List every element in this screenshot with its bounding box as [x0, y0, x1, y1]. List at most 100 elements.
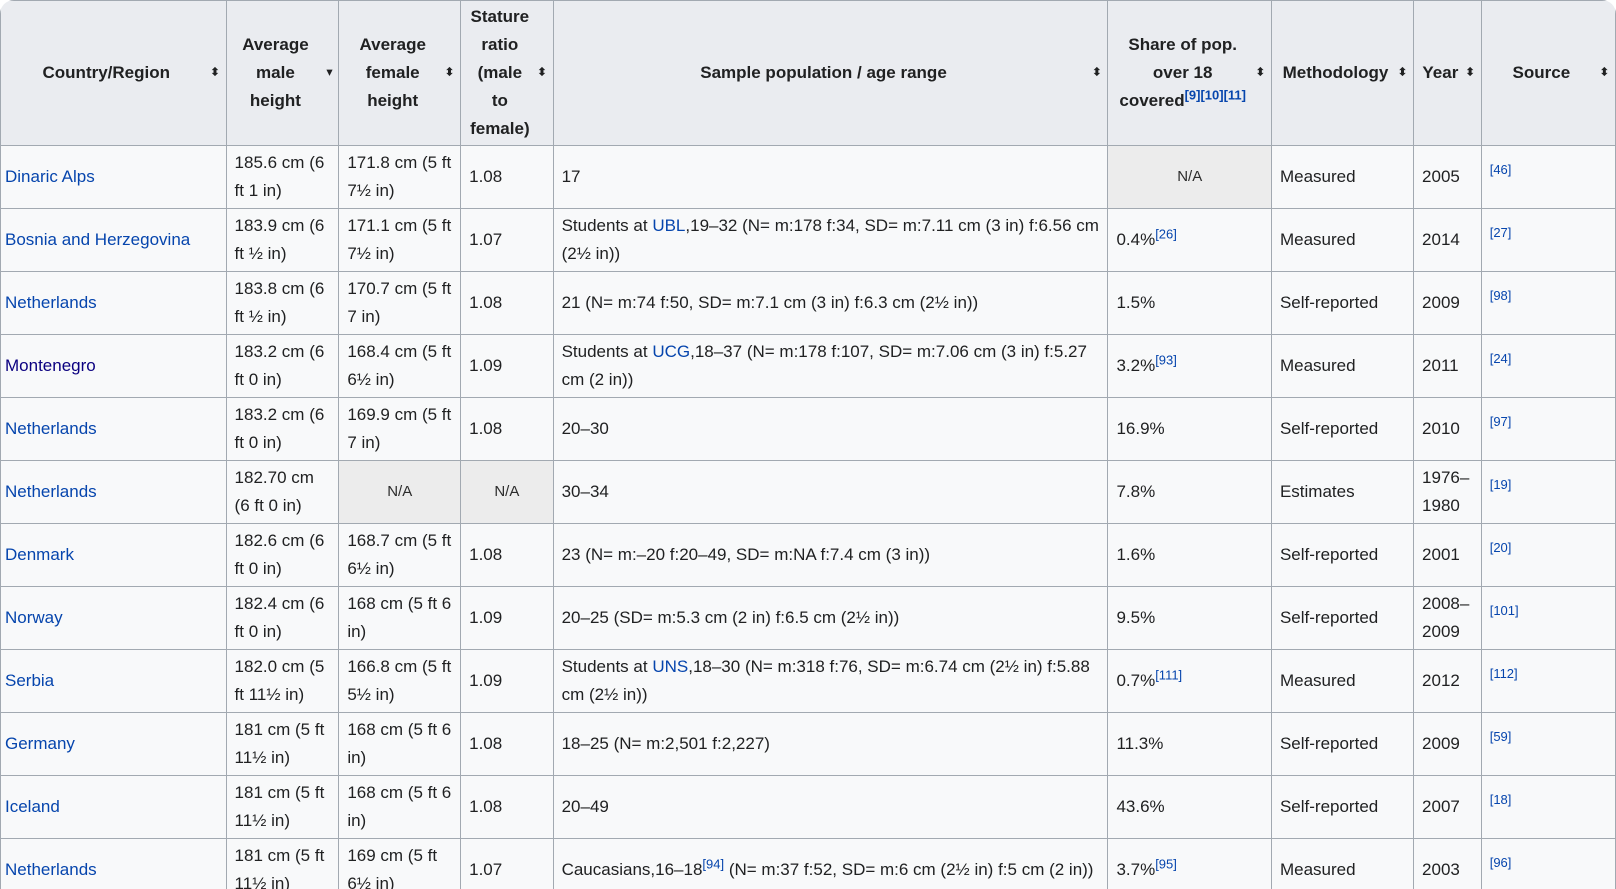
country-link[interactable]: Netherlands	[5, 293, 97, 312]
source-ref-link[interactable]: [20]	[1490, 540, 1512, 555]
university-link[interactable]: UBL	[652, 216, 685, 235]
female-height-cell: 171.1 cm (5 ft 7½ in)	[338, 208, 462, 272]
country-cell[interactable]: Norway	[0, 586, 227, 650]
table-row: Dinaric Alps 185.6 cm (6 ft 1 in) 171.8 …	[0, 145, 1616, 209]
source-cell: [59]	[1480, 712, 1616, 776]
header-source[interactable]: Source ⬍	[1480, 0, 1616, 146]
source-ref-link[interactable]: [19]	[1490, 477, 1512, 492]
table-row: Iceland 181 cm (5 ft 11½ in) 168 cm (5 f…	[0, 775, 1616, 839]
male-height-cell: 181 cm (5 ft 11½ in)	[225, 775, 340, 839]
female-height-cell: 168.4 cm (5 ft 6½ in)	[338, 334, 462, 398]
source-ref-link[interactable]: [112]	[1490, 666, 1518, 681]
header-sample-population[interactable]: Sample population / age range ⬍	[552, 0, 1109, 146]
country-link[interactable]: Montenegro	[5, 356, 96, 375]
source-ref-link[interactable]: [101]	[1490, 603, 1519, 618]
country-cell[interactable]: Dinaric Alps	[0, 145, 227, 209]
country-cell[interactable]: Netherlands	[0, 838, 227, 889]
male-height-cell: 181 cm (5 ft 11½ in)	[225, 712, 340, 776]
source-ref-link[interactable]: [59]	[1490, 729, 1512, 744]
table-header: Country/Region ⬍ Average male height ▾ Ave…	[0, 0, 1616, 146]
sort-icon[interactable]: ⬍	[1092, 67, 1101, 79]
country-cell[interactable]: Netherlands	[0, 460, 227, 524]
header-year[interactable]: Year ⬍	[1413, 0, 1482, 146]
country-link[interactable]: Germany	[5, 734, 75, 753]
university-link[interactable]: UNS	[652, 657, 688, 676]
sort-icon[interactable]: ⬍	[1398, 67, 1407, 79]
source-cell: [20]	[1480, 523, 1616, 587]
country-link[interactable]: Iceland	[5, 797, 60, 816]
method-cell: Measured	[1270, 208, 1415, 272]
source-ref-link[interactable]: [96]	[1490, 855, 1512, 870]
country-cell[interactable]: Montenegro	[0, 334, 227, 398]
male-height-cell: 183.2 cm (6 ft 0 in)	[225, 334, 340, 398]
sample-ref-link[interactable]: [94]	[702, 856, 724, 871]
header-female-height[interactable]: Average female height ⬍	[338, 0, 462, 146]
method-cell: Measured	[1270, 145, 1415, 209]
source-cell: [24]	[1480, 334, 1616, 398]
country-cell[interactable]: Netherlands	[0, 397, 227, 461]
country-cell[interactable]: Bosnia and Herzegovina	[0, 208, 227, 272]
sample-text: Students at	[561, 216, 653, 235]
country-link[interactable]: Netherlands	[5, 482, 97, 501]
sort-icon[interactable]: ⬍	[537, 67, 546, 79]
share-ref-link[interactable]: [111]	[1155, 667, 1182, 682]
method-cell: Self-reported	[1270, 775, 1415, 839]
source-cell: [19]	[1480, 460, 1616, 524]
country-link[interactable]: Norway	[5, 608, 63, 627]
country-cell[interactable]: Netherlands	[0, 271, 227, 335]
country-cell[interactable]: Serbia	[0, 649, 227, 713]
share-ref-link[interactable]: [26]	[1155, 226, 1177, 241]
share-cell: N/A	[1107, 145, 1272, 209]
country-link[interactable]: Netherlands	[5, 419, 97, 438]
share-cell: 3.7%[95]	[1107, 838, 1272, 889]
header-footnote-refs[interactable]: [9][10][11]	[1185, 87, 1246, 102]
source-ref-link[interactable]: [98]	[1490, 288, 1512, 303]
share-ref-link[interactable]: [93]	[1155, 352, 1177, 367]
share-cell: 3.2%[93]	[1107, 334, 1272, 398]
sort-icon[interactable]: ⬍	[1256, 67, 1265, 79]
table-row: Netherlands 183.8 cm (6 ft ½ in) 170.7 c…	[0, 271, 1616, 335]
share-value: 0.7%	[1116, 671, 1156, 690]
country-cell[interactable]: Denmark	[0, 523, 227, 587]
header-label: Average female height	[359, 35, 426, 110]
share-cell: 1.6%	[1107, 523, 1272, 587]
method-cell: Self-reported	[1270, 271, 1415, 335]
source-ref-link[interactable]: [27]	[1490, 225, 1512, 240]
source-ref-link[interactable]: [97]	[1490, 414, 1512, 429]
sort-descending-icon[interactable]: ▾	[327, 67, 333, 79]
table-row: Montenegro 183.2 cm (6 ft 0 in) 168.4 cm…	[0, 334, 1616, 398]
male-height-cell: 182.0 cm (5 ft 11½ in)	[225, 649, 340, 713]
header-methodology[interactable]: Methodology ⬍	[1270, 0, 1415, 146]
country-cell[interactable]: Iceland	[0, 775, 227, 839]
country-link[interactable]: Bosnia and Herzegovina	[5, 230, 190, 249]
country-link[interactable]: Dinaric Alps	[5, 167, 95, 186]
sort-icon[interactable]: ⬍	[1465, 67, 1474, 79]
header-male-height[interactable]: Average male height ▾	[225, 0, 340, 146]
male-height-cell: 183.9 cm (6 ft ½ in)	[225, 208, 340, 272]
sort-icon[interactable]: ⬍	[210, 67, 219, 79]
source-ref-link[interactable]: [46]	[1490, 162, 1512, 177]
header-stature-ratio[interactable]: Stature ratio (male to female) ⬍	[460, 0, 554, 146]
share-ref-link[interactable]: [95]	[1155, 856, 1177, 871]
table-row: Serbia 182.0 cm (5 ft 11½ in) 166.8 cm (…	[0, 649, 1616, 713]
share-cell: 9.5%	[1107, 586, 1272, 650]
university-link[interactable]: UCG	[652, 342, 690, 361]
country-link[interactable]: Netherlands	[5, 860, 97, 879]
sort-icon[interactable]: ⬍	[445, 67, 454, 79]
sort-icon[interactable]: ⬍	[1600, 67, 1609, 79]
sample-cell: 20–25 (SD= m:5.3 cm (2 in) f:6.5 cm (2½ …	[552, 586, 1109, 650]
country-link[interactable]: Serbia	[5, 671, 54, 690]
header-label: Country/Region	[42, 63, 171, 82]
country-link[interactable]: Denmark	[5, 545, 74, 564]
share-cell: 1.5%	[1107, 271, 1272, 335]
country-cell[interactable]: Germany	[0, 712, 227, 776]
female-height-cell: 169 cm (5 ft 6½ in)	[338, 838, 462, 889]
source-ref-link[interactable]: [24]	[1490, 351, 1512, 366]
header-country[interactable]: Country/Region ⬍	[0, 0, 227, 146]
ratio-cell: N/A	[460, 460, 554, 524]
ratio-cell: 1.08	[460, 271, 554, 335]
source-ref-link[interactable]: [18]	[1490, 792, 1512, 807]
method-cell: Self-reported	[1270, 712, 1415, 776]
header-share-covered[interactable]: Share of pop. over 18 covered[9][10][11]…	[1107, 0, 1272, 146]
ratio-cell: 1.09	[460, 586, 554, 650]
